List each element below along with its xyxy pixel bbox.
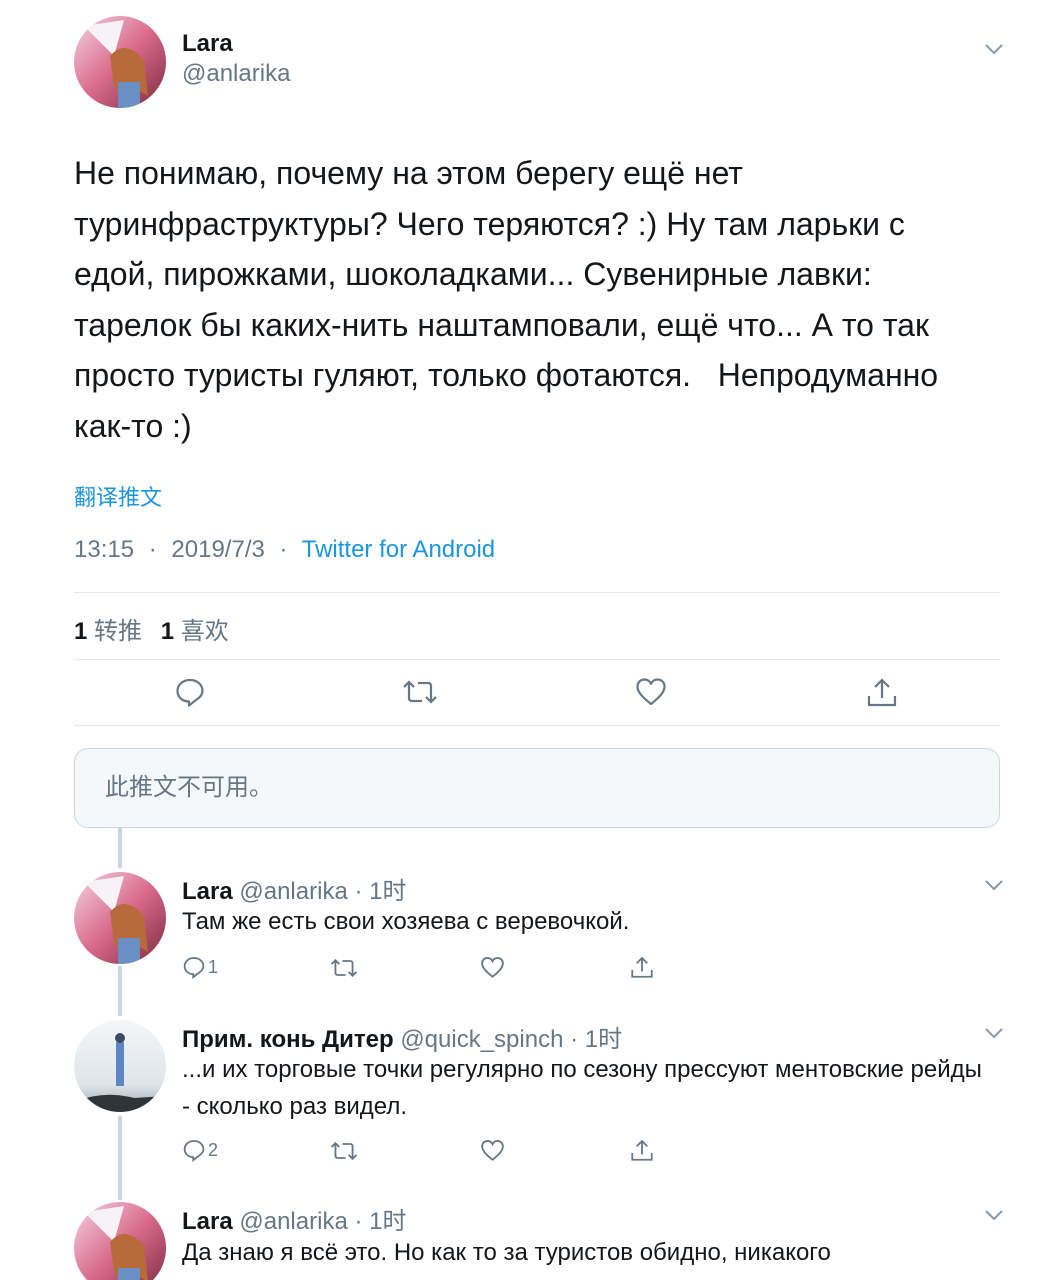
chevron-down-icon[interactable] — [984, 1208, 1004, 1222]
thread-line — [118, 966, 122, 1016]
avatar[interactable] — [74, 1202, 166, 1280]
retweet-label: 转推 — [94, 618, 143, 645]
reply-author-handle[interactable]: @anlarika — [239, 878, 347, 905]
tweet-meta: 13:15 · 2019/7/3 · Twitter for Android — [74, 536, 495, 564]
reply-icon — [183, 957, 205, 979]
heart-icon — [636, 678, 666, 706]
reply-count: 2 — [208, 1139, 219, 1160]
share-icon — [631, 1139, 653, 1161]
share-button[interactable] — [630, 1138, 654, 1162]
share-button[interactable] — [630, 955, 654, 979]
share-button[interactable] — [866, 676, 898, 708]
author-name[interactable]: Lara — [182, 30, 233, 58]
reply-author-name[interactable]: Прим. конь Дитер — [182, 1026, 394, 1053]
share-icon — [867, 678, 897, 707]
reply-author-handle[interactable]: @quick_spinch — [400, 1026, 563, 1053]
like-label: 喜欢 — [180, 618, 229, 645]
tweet-text: Не понимаю, почему на этом берегу ещё не… — [74, 155, 939, 444]
reply-author-name[interactable]: Lara — [182, 1208, 233, 1235]
heart-icon — [481, 1139, 504, 1161]
reply-time: · 1时 — [570, 1026, 623, 1053]
translate-link[interactable]: 翻译推文 — [74, 480, 162, 512]
retweet-icon — [330, 1141, 358, 1161]
chevron-down-icon[interactable] — [984, 42, 1004, 56]
avatar[interactable] — [74, 1020, 166, 1112]
reply-header: Прим. конь Дитер @quick_spinch · 1时 — [182, 1019, 622, 1054]
tweet-date: 2019/7/3 — [171, 536, 265, 563]
heart-icon — [481, 956, 504, 978]
divider — [74, 592, 1000, 593]
likes-stat[interactable]: 1 喜欢 — [161, 618, 229, 645]
retweets-stat[interactable]: 1 转推 — [74, 618, 142, 645]
thread-line — [118, 828, 122, 868]
share-icon — [631, 956, 653, 978]
divider — [74, 725, 1000, 726]
tweet-time: 13:15 — [74, 536, 135, 563]
like-button[interactable] — [480, 1139, 505, 1162]
like-button[interactable] — [480, 956, 505, 979]
retweet-icon — [403, 680, 437, 704]
retweet-button[interactable] — [402, 678, 438, 706]
thread-line — [118, 1116, 122, 1200]
chevron-down-icon[interactable] — [984, 878, 1004, 892]
meta-separator: · — [279, 536, 288, 563]
avatar[interactable] — [74, 16, 166, 108]
retweet-count: 1 — [74, 618, 88, 645]
reply-author-handle[interactable]: @anlarika — [239, 1208, 347, 1235]
chevron-down-icon[interactable] — [984, 1026, 1004, 1040]
like-count: 1 — [160, 618, 175, 645]
divider — [74, 659, 1000, 660]
reply-icon — [183, 1140, 205, 1162]
tweet-source-link[interactable]: Twitter for Android — [302, 536, 495, 563]
reply-button[interactable] — [174, 676, 206, 708]
tweet-stats: 1 转推 1 喜欢 — [74, 611, 229, 646]
reply-header: Lara @anlarika · 1时 — [182, 1201, 406, 1236]
like-button[interactable] — [635, 677, 667, 707]
reply-time: · 1时 — [354, 878, 407, 905]
reply-text: Там же есть свои хозяева с веревочкой. — [182, 908, 630, 935]
avatar[interactable] — [74, 872, 166, 964]
reply-icon — [176, 678, 204, 707]
retweet-button[interactable] — [330, 957, 358, 979]
retweet-button[interactable] — [330, 1140, 358, 1162]
retweet-icon — [330, 958, 358, 978]
reply-text: ...и их торговые точки регулярно по сезо… — [182, 1056, 982, 1120]
reply-button[interactable]: 2 — [182, 1138, 218, 1162]
quoted-tweet-unavailable: 此推文不可用。 — [74, 748, 1000, 828]
reply-count: 1 — [208, 956, 219, 977]
meta-separator: · — [148, 536, 157, 563]
reply-button[interactable]: 1 — [182, 955, 218, 979]
reply-time: · 1时 — [354, 1208, 407, 1235]
reply-author-name[interactable]: Lara — [182, 878, 233, 905]
reply-header: Lara @anlarika · 1时 — [182, 871, 406, 906]
author-handle[interactable]: @anlarika — [182, 60, 290, 88]
reply-text: Да знаю я всё это. Но как то за туристов… — [182, 1239, 831, 1266]
